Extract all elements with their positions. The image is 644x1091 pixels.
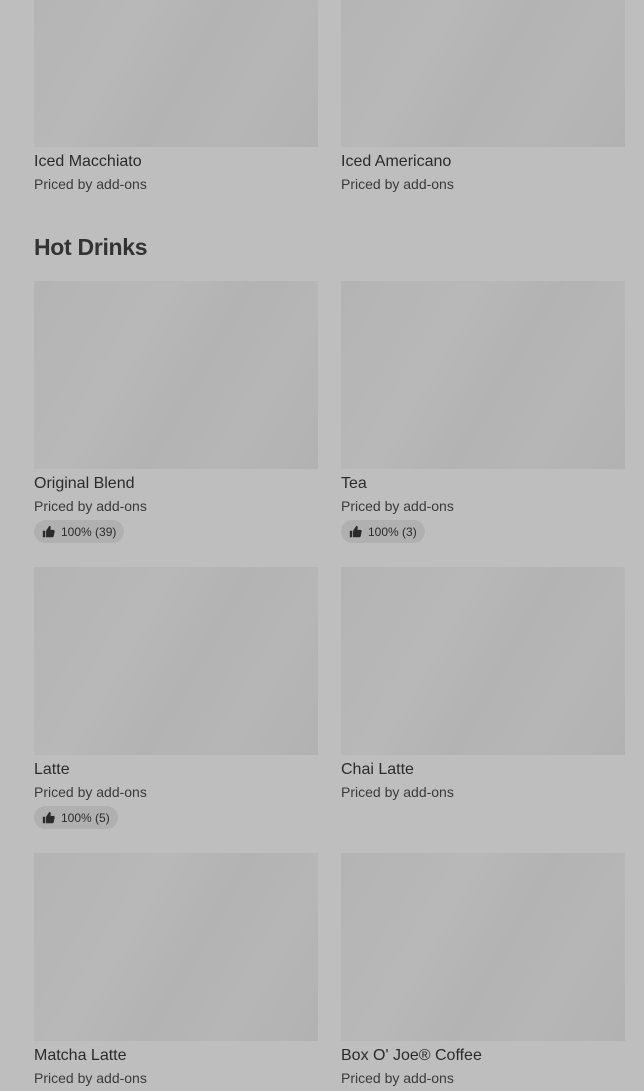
rating-text: 100% (3)	[368, 524, 417, 539]
thumbs-up-icon	[349, 525, 362, 538]
item-name: Original Blend	[34, 475, 135, 492]
item-name: Chai Latte	[341, 761, 414, 778]
menu-item-latte[interactable]: Latte Priced by add-ons 100% (5)	[34, 567, 318, 829]
menu-page: Iced Macchiato Priced by add-ons Iced Am…	[0, 0, 644, 1091]
item-image-placeholder	[341, 567, 625, 755]
rating-badge: 100% (39)	[34, 520, 125, 543]
thumbs-up-icon	[42, 811, 55, 824]
rating-text: 100% (39)	[61, 524, 117, 539]
rating-badge: 100% (5)	[34, 806, 118, 829]
menu-item-matcha-latte[interactable]: Matcha Latte Priced by add-ons	[34, 853, 318, 1087]
item-name: Box O' Joe® Coffee	[341, 1047, 482, 1064]
menu-item-iced-americano[interactable]: Iced Americano Priced by add-ons	[341, 0, 625, 193]
item-image-placeholder	[34, 567, 318, 755]
item-price: Priced by add-ons	[34, 784, 147, 800]
item-image-placeholder	[34, 0, 318, 147]
item-image-placeholder	[34, 281, 318, 469]
menu-item-chai-latte[interactable]: Chai Latte Priced by add-ons	[341, 567, 625, 801]
item-name: Tea	[341, 475, 367, 492]
item-price: Priced by add-ons	[341, 498, 454, 514]
thumbs-up-icon	[42, 525, 55, 538]
item-price: Priced by add-ons	[341, 176, 454, 192]
item-price: Priced by add-ons	[34, 1070, 147, 1086]
menu-item-original-blend[interactable]: Original Blend Priced by add-ons 100% (3…	[34, 281, 318, 543]
rating-badge: 100% (3)	[341, 520, 425, 543]
menu-item-box-o-joe-coffee[interactable]: Box O' Joe® Coffee Priced by add-ons	[341, 853, 625, 1087]
item-price: Priced by add-ons	[341, 1070, 454, 1086]
item-image-placeholder	[34, 853, 318, 1041]
item-image-placeholder	[341, 853, 625, 1041]
menu-item-tea[interactable]: Tea Priced by add-ons 100% (3)	[341, 281, 625, 543]
item-image-placeholder	[341, 0, 625, 147]
item-name: Iced Macchiato	[34, 153, 142, 170]
item-name: Matcha Latte	[34, 1047, 127, 1064]
item-price: Priced by add-ons	[34, 498, 147, 514]
item-image-placeholder	[341, 281, 625, 469]
item-name: Iced Americano	[341, 153, 452, 170]
item-price: Priced by add-ons	[341, 784, 454, 800]
section-title-hot-drinks: Hot Drinks	[34, 234, 148, 260]
menu-item-iced-macchiato[interactable]: Iced Macchiato Priced by add-ons	[34, 0, 318, 193]
item-name: Latte	[34, 761, 70, 778]
item-price: Priced by add-ons	[34, 176, 147, 192]
rating-text: 100% (5)	[61, 810, 110, 825]
